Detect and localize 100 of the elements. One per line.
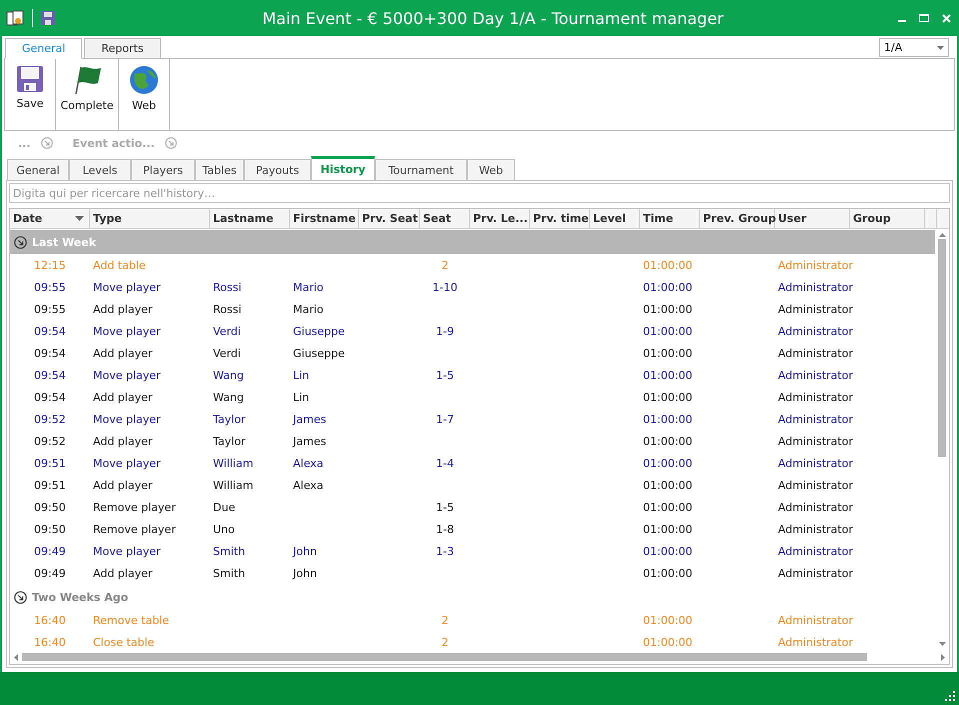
column-header[interactable]: User [775,209,850,228]
tab[interactable]: Players [131,159,195,180]
table-cell: Administrator [778,636,853,648]
column-header[interactable]: Group [850,209,925,228]
table-cell: William [213,456,254,470]
table-cell: 09:55 [34,280,66,294]
table-cell: Administrator [778,456,853,470]
sort-icon[interactable] [75,216,84,221]
column-header[interactable]: Time [640,209,700,228]
table-cell: John [293,544,317,558]
column-header[interactable]: Prv. Seat [359,209,420,228]
tab[interactable]: Tournament [375,159,467,180]
table-cell: 01:00:00 [643,500,692,514]
table-cell: Wang [213,368,244,382]
tab[interactable]: General [7,159,69,180]
table-cell: Move player [93,544,161,558]
table-cell: 1-4 [436,456,454,470]
tab[interactable]: Tables [195,159,244,180]
table-cell: 09:51 [34,478,66,492]
scroll-left-icon[interactable] [14,654,18,660]
table-cell: 09:49 [34,544,66,558]
table-cell: 01:00:00 [643,614,692,626]
table-cell: 16:40 [34,614,66,626]
tab[interactable]: Levels [69,159,131,180]
table-cell: Move player [93,412,161,426]
table-cell: 01:00:00 [643,346,692,360]
table-cell: 01:00:00 [643,544,692,558]
column-header[interactable]: Firstname [290,209,359,228]
column-title: Date [13,212,42,225]
table-cell: 09:54 [34,346,66,360]
table-cell: 1-10 [432,280,458,294]
column-header[interactable]: Type [90,209,210,228]
dropdown-caret-icon [937,46,944,50]
scroll-right-icon[interactable] [941,654,945,660]
table-cell: 2 [442,258,448,272]
table-cell: 09:52 [34,434,66,448]
day-select[interactable]: 1/A [879,38,949,57]
save-button[interactable]: Save [5,59,55,130]
table-cell: Add player [93,566,152,580]
table-cell: Wang [213,390,244,404]
table-cell: Giuseppe [293,324,345,338]
tab[interactable]: Payouts [244,159,311,180]
table-cell: 09:54 [34,368,66,382]
search-field[interactable]: Digita qui per ricercare nell'history… [9,183,950,203]
table-cell: 1-5 [436,500,454,514]
table-cell: 09:49 [34,566,66,580]
collapse-icon[interactable] [14,236,27,248]
table-cell: Uno [213,522,235,536]
column-header[interactable]: Lastname [210,209,290,228]
tab[interactable]: Web [467,159,515,180]
table-cell: Add player [93,302,152,316]
table-cell: Move player [93,368,161,382]
table-cell: 1-5 [436,368,454,382]
table-cell: 16:40 [34,636,66,648]
collapse-icon[interactable] [14,590,27,604]
complete-button[interactable]: Complete [56,59,118,130]
table-cell: Mario [293,280,324,294]
column-header[interactable]: Prev. Group [700,209,775,228]
table-cell: 01:00:00 [643,324,692,338]
table-cell: Add table [93,258,146,272]
table-cell: Add player [93,434,152,448]
scroll-down-icon[interactable] [938,642,946,646]
table-cell: 09:54 [34,324,66,338]
close-icon [942,14,950,22]
table-cell: 01:00:00 [643,434,692,448]
table-cell: 01:00:00 [643,302,692,316]
ribbon-tab[interactable]: Reports [84,38,161,59]
table-cell: Administrator [778,280,853,294]
column-header[interactable]: Prv. time [530,209,590,228]
column-header[interactable]: Date [10,209,90,228]
web-button[interactable]: Web [119,59,169,130]
table-cell: Rossi [213,280,242,294]
table-cell: 09:50 [34,500,66,514]
table-cell: 01:00:00 [643,522,692,536]
cards-icon[interactable] [6,10,24,26]
table-cell: 09:51 [34,456,66,470]
table-cell: 01:00:00 [643,280,692,294]
maximize-icon [919,14,929,22]
scroll-up-icon[interactable] [938,233,946,237]
table-cell: Administrator [778,258,853,272]
table-cell: 01:00:00 [643,566,692,580]
column-header[interactable]: Seat [420,209,470,228]
table-cell: Administrator [778,478,853,492]
group-label: Two Weeks Ago [32,590,128,604]
table-cell: Verdi [213,324,241,338]
table-cell: 01:00:00 [643,390,692,404]
table-cell: Administrator [778,412,853,426]
resize-grip-icon[interactable] [945,691,955,701]
table-cell: 2 [442,614,448,626]
ribbon-group-label: ... [18,136,31,150]
save-icon[interactable] [41,11,55,25]
column-header[interactable]: Prv. Le... [470,209,530,228]
table-cell: Alexa [293,456,324,470]
table-cell: Add player [93,346,152,360]
column-header[interactable]: Level [590,209,640,228]
tab[interactable]: History [311,156,375,180]
table-cell: Administrator [778,544,853,558]
table-cell: Administrator [778,434,853,448]
table-cell: 2 [442,636,448,648]
table-cell: John [293,566,317,580]
